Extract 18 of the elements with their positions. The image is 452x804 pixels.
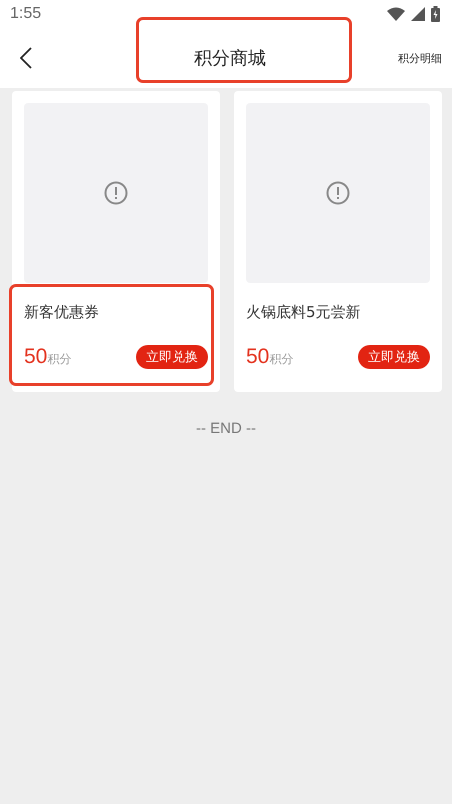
product-name: 新客优惠券 [24, 302, 100, 323]
points-price: 50积分 [24, 345, 72, 369]
signal-icon [411, 7, 425, 21]
points-price: 50积分 [246, 345, 294, 369]
points-detail-link[interactable]: 积分明细 [398, 50, 442, 66]
alert-icon [326, 181, 350, 205]
alert-icon [104, 181, 128, 205]
redeem-button[interactable]: 立即兑换 [136, 345, 208, 369]
wifi-icon [387, 7, 405, 21]
back-icon[interactable] [20, 47, 32, 69]
list-end-text: -- END -- [195, 420, 257, 437]
product-card[interactable]: 新客优惠券 50积分 立即兑换 [12, 91, 220, 392]
redeem-button[interactable]: 立即兑换 [358, 345, 430, 369]
product-name: 火锅底料5元尝新 [246, 302, 362, 323]
battery-icon [431, 6, 440, 22]
page-title: 积分商城 [193, 47, 267, 70]
status-time: 1:55 [10, 5, 42, 23]
product-card[interactable]: 火锅底料5元尝新 50积分 立即兑换 [234, 91, 442, 392]
